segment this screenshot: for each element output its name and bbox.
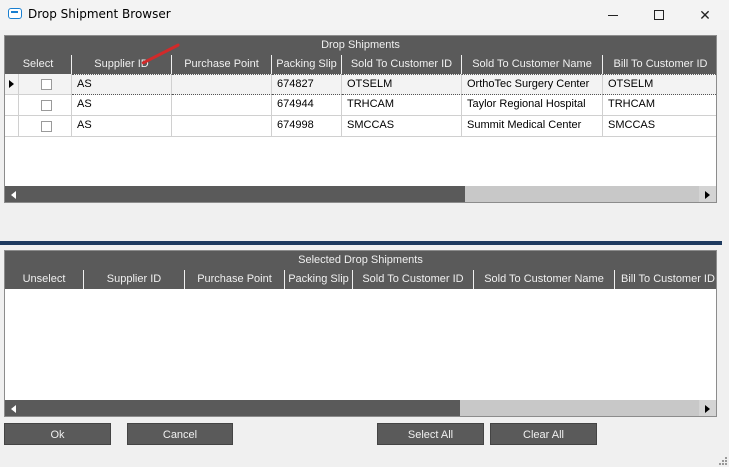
col-header-sold-to-customer-name[interactable]: Sold To Customer Name [474, 270, 615, 289]
packing-slip-cell[interactable]: 674998 [272, 116, 342, 137]
bill-to-customer-id-cell[interactable]: TRHCAM [603, 95, 716, 116]
ok-button[interactable]: Ok [4, 423, 111, 445]
drop-shipments-caption: Drop Shipments [5, 36, 716, 55]
select-checkbox[interactable] [41, 121, 52, 132]
col-header-unselect[interactable]: Unselect [5, 270, 84, 289]
drop-shipments-hscrollbar[interactable] [5, 186, 716, 202]
sold-to-customer-id-cell[interactable]: SMCCAS [342, 116, 462, 137]
select-cell [19, 116, 72, 137]
row-header[interactable] [5, 95, 19, 116]
scroll-left-icon[interactable] [5, 400, 22, 416]
col-header-purchase-point[interactable]: Purchase Point [185, 270, 285, 289]
minimize-icon [608, 14, 618, 16]
current-row-icon [9, 80, 14, 88]
packing-slip-cell[interactable]: 674944 [272, 95, 342, 116]
select-cell [19, 95, 72, 116]
select-checkbox[interactable] [41, 100, 52, 111]
table-row[interactable]: AS 674944 TRHCAM Taylor Regional Hospita… [5, 95, 716, 116]
packing-slip-cell[interactable]: 674827 [272, 74, 342, 95]
col-header-sold-to-customer-id[interactable]: Sold To Customer ID [353, 270, 474, 289]
col-header-purchase-point[interactable]: Purchase Point [172, 55, 272, 74]
col-header-supplier-id[interactable]: Supplier ID [84, 270, 185, 289]
table-row[interactable]: AS 674998 SMCCAS Summit Medical Center S… [5, 116, 716, 137]
col-header-bill-to-customer-id[interactable]: Bill To Customer ID [615, 270, 716, 289]
maximize-button[interactable] [636, 0, 682, 30]
close-icon: ✕ [699, 6, 711, 23]
sold-to-customer-id-cell[interactable]: OTSELM [342, 74, 462, 95]
select-cell [19, 74, 72, 95]
sold-to-customer-name-cell[interactable]: OrthoTec Surgery Center [462, 74, 603, 95]
cancel-button[interactable]: Cancel [127, 423, 233, 445]
row-header[interactable] [5, 74, 19, 95]
splitter[interactable] [0, 241, 722, 245]
selected-drop-shipments-caption: Selected Drop Shipments [5, 251, 716, 270]
scrollbar-track[interactable] [460, 400, 701, 416]
scrollbar-track[interactable] [465, 186, 701, 202]
close-button[interactable]: ✕ [682, 0, 728, 30]
maximize-icon [654, 10, 664, 20]
scroll-right-icon[interactable] [699, 400, 716, 416]
drop-shipments-header: Select Supplier ID Purchase Point Packin… [5, 55, 716, 74]
window-title: Drop Shipment Browser [28, 7, 171, 21]
selected-drop-shipments-grid[interactable]: Selected Drop Shipments Unselect Supplie… [4, 250, 717, 417]
supplier-id-cell[interactable]: AS [72, 74, 172, 95]
col-header-select[interactable]: Select [5, 55, 72, 74]
resize-grip-icon[interactable] [717, 455, 727, 465]
purchase-point-cell[interactable] [172, 116, 272, 137]
col-header-bill-to-customer-id[interactable]: Bill To Customer ID [603, 55, 716, 74]
select-all-button[interactable]: Select All [377, 423, 484, 445]
bill-to-customer-id-cell[interactable]: SMCCAS [603, 116, 716, 137]
title-bar: Drop Shipment Browser ✕ [0, 0, 729, 30]
app-icon [8, 8, 22, 19]
col-header-packing-slip[interactable]: Packing Slip [285, 270, 353, 289]
col-header-supplier-id[interactable]: Supplier ID [72, 55, 172, 74]
table-row[interactable]: AS 674827 OTSELM OrthoTec Surgery Center… [5, 74, 716, 95]
selected-hscrollbar[interactable] [5, 400, 716, 416]
sold-to-customer-id-cell[interactable]: TRHCAM [342, 95, 462, 116]
row-header[interactable] [5, 116, 19, 137]
col-header-sold-to-customer-name[interactable]: Sold To Customer Name [462, 55, 603, 74]
supplier-id-cell[interactable]: AS [72, 95, 172, 116]
col-header-sold-to-customer-id[interactable]: Sold To Customer ID [342, 55, 462, 74]
col-header-packing-slip[interactable]: Packing Slip [272, 55, 342, 74]
supplier-id-cell[interactable]: AS [72, 116, 172, 137]
sold-to-customer-name-cell[interactable]: Summit Medical Center [462, 116, 603, 137]
clear-all-button[interactable]: Clear All [490, 423, 597, 445]
selected-drop-shipments-header: Unselect Supplier ID Purchase Point Pack… [5, 270, 716, 289]
sold-to-customer-name-cell[interactable]: Taylor Regional Hospital [462, 95, 603, 116]
select-checkbox[interactable] [41, 79, 52, 90]
scroll-left-icon[interactable] [5, 186, 22, 202]
purchase-point-cell[interactable] [172, 74, 272, 95]
minimize-button[interactable] [590, 0, 636, 30]
drop-shipments-grid[interactable]: Drop Shipments Select Supplier ID Purcha… [4, 35, 717, 203]
scroll-right-icon[interactable] [699, 186, 716, 202]
bill-to-customer-id-cell[interactable]: OTSELM [603, 74, 716, 95]
purchase-point-cell[interactable] [172, 95, 272, 116]
